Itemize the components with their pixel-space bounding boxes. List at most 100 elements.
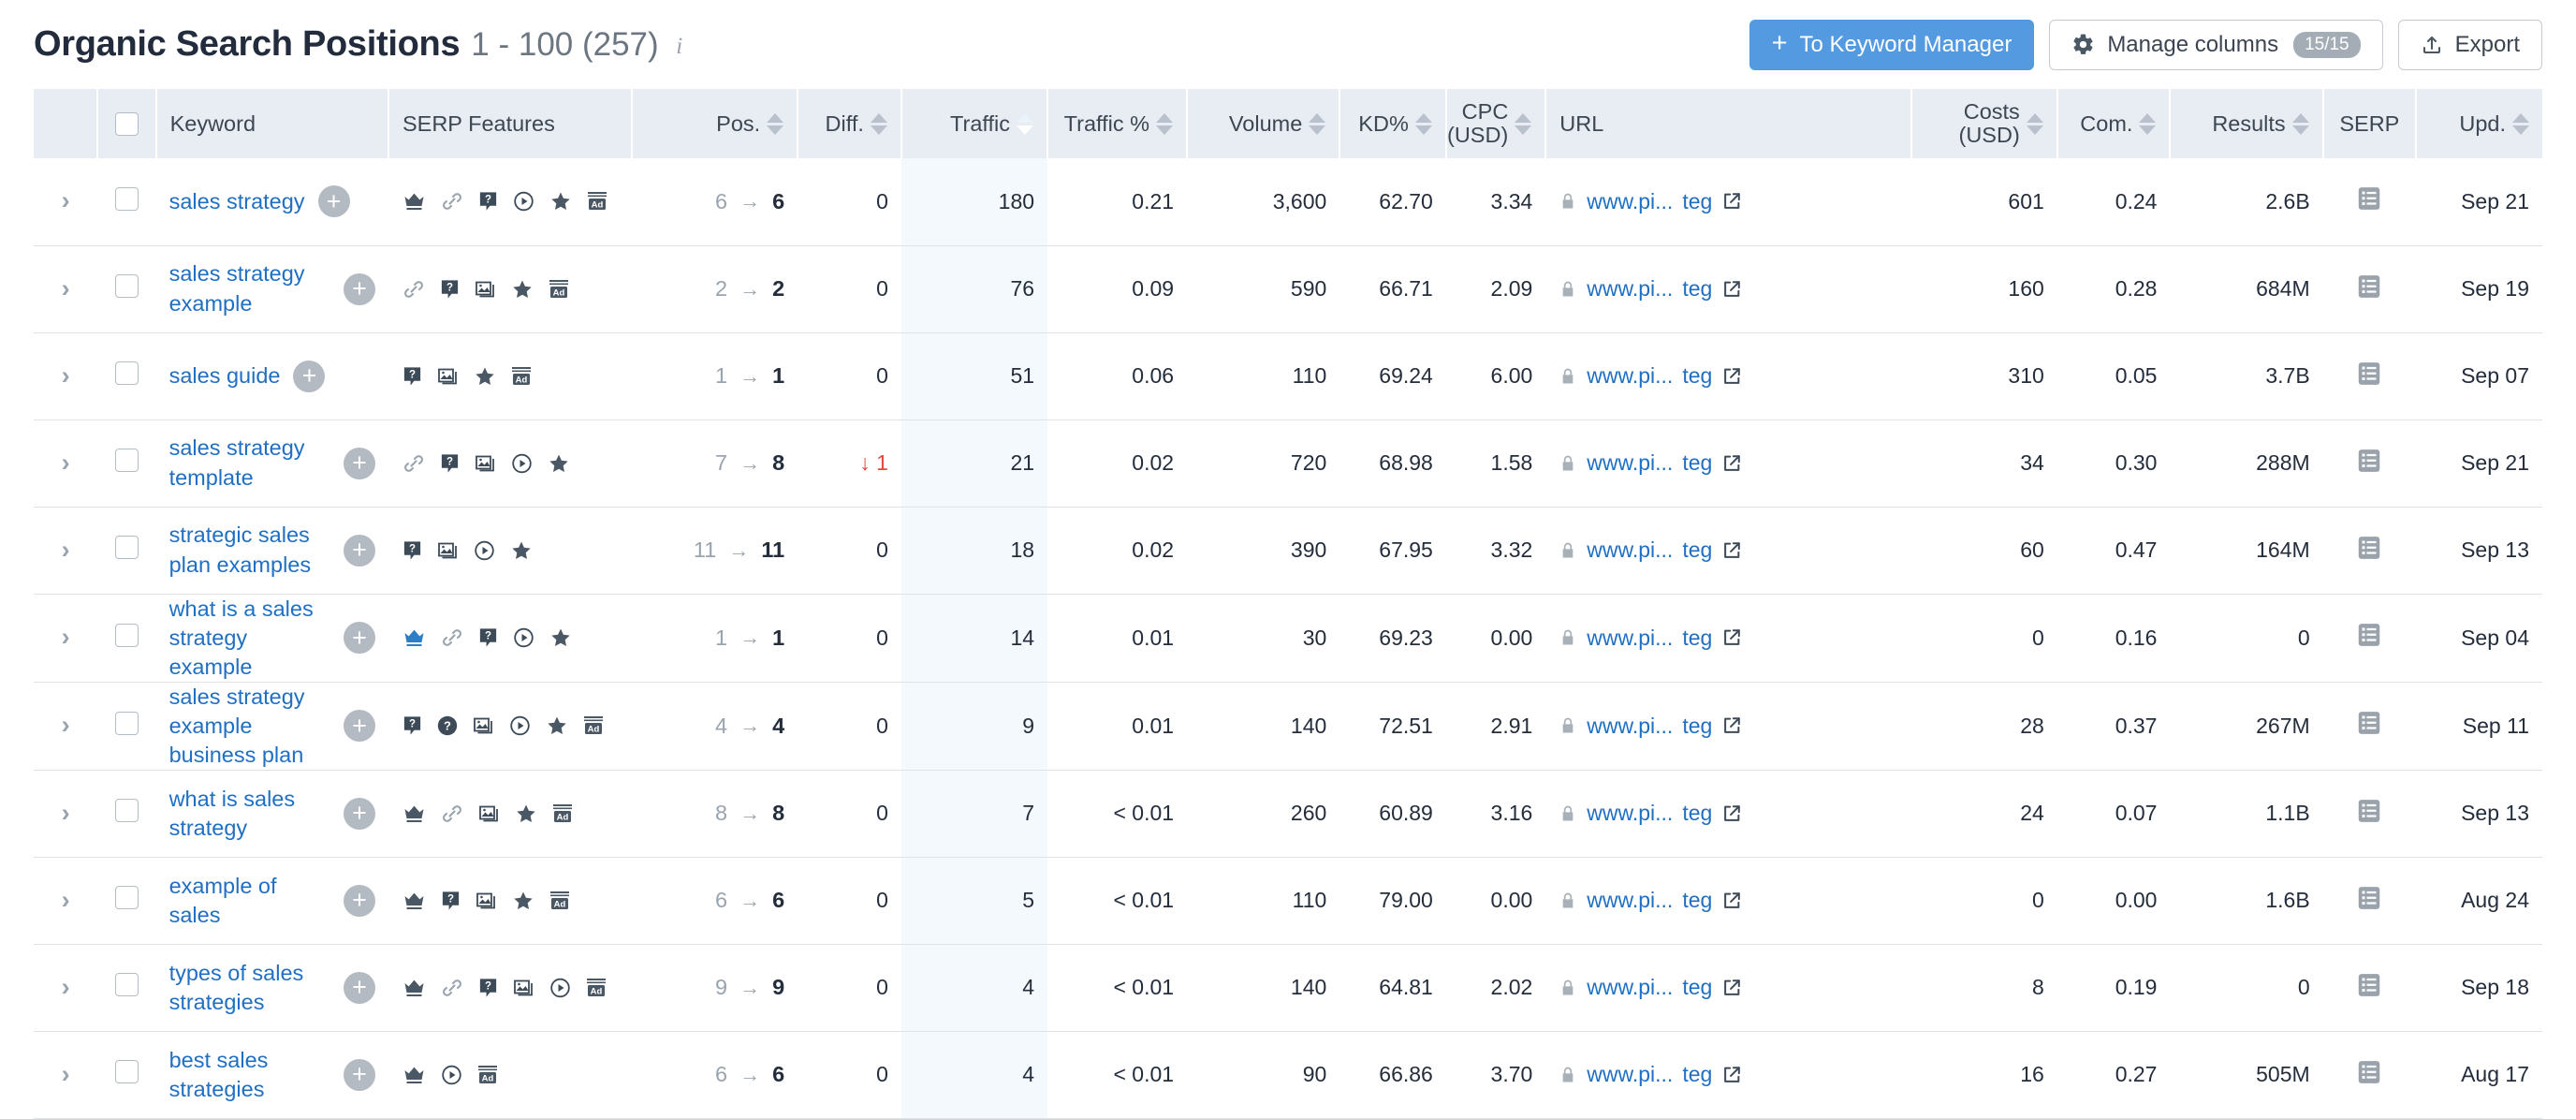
- row-select-cell[interactable]: [97, 332, 156, 420]
- image-pack-icon[interactable]: [472, 714, 495, 737]
- row-select-cell[interactable]: [97, 682, 156, 771]
- ad-icon[interactable]: Ad: [585, 977, 607, 999]
- row-checkbox[interactable]: [114, 536, 139, 559]
- th-cpc[interactable]: CPC (USD): [1445, 89, 1547, 158]
- url-tail[interactable]: teg: [1682, 801, 1712, 826]
- ad-icon[interactable]: Ad: [551, 802, 574, 825]
- url-link[interactable]: www.pi...: [1587, 450, 1673, 476]
- ad-icon[interactable]: Ad: [548, 278, 570, 301]
- external-link-icon[interactable]: [1721, 803, 1742, 824]
- to-keyword-manager-button[interactable]: + To Keyword Manager: [1749, 19, 2035, 70]
- add-keyword-icon[interactable]: +: [343, 534, 375, 567]
- keyword-link[interactable]: example of sales: [169, 872, 330, 930]
- video-icon[interactable]: [549, 977, 572, 999]
- chevron-right-icon[interactable]: ›: [62, 623, 70, 651]
- image-pack-icon[interactable]: [475, 890, 498, 912]
- star-icon[interactable]: [549, 190, 573, 213]
- keyword-link[interactable]: sales strategy example business plan: [169, 683, 330, 770]
- keyword-link[interactable]: sales strategy example: [169, 259, 330, 317]
- chevron-right-icon[interactable]: ›: [62, 1060, 70, 1088]
- url-tail[interactable]: teg: [1682, 888, 1712, 913]
- th-keyword[interactable]: Keyword: [155, 89, 389, 158]
- add-keyword-icon[interactable]: +: [343, 884, 375, 917]
- sort-arrows-icon[interactable]: [2291, 112, 2309, 135]
- star-icon[interactable]: [549, 626, 573, 649]
- url-link[interactable]: www.pi...: [1587, 537, 1673, 563]
- row-checkbox[interactable]: [114, 361, 139, 385]
- add-keyword-icon[interactable]: +: [343, 710, 375, 743]
- url-tail[interactable]: teg: [1682, 714, 1712, 739]
- th-traffic[interactable]: Traffic: [900, 89, 1049, 158]
- keyword-link[interactable]: types of sales strategies: [169, 959, 330, 1017]
- sort-arrows-icon[interactable]: [1515, 112, 1532, 135]
- keyword-link[interactable]: sales strategy: [169, 187, 305, 216]
- th-select-all[interactable]: [97, 89, 157, 158]
- sort-arrows-icon[interactable]: [1309, 112, 1326, 135]
- add-keyword-icon[interactable]: +: [343, 797, 375, 830]
- th-volume[interactable]: Volume: [1187, 89, 1341, 158]
- sort-arrows-icon[interactable]: [870, 112, 887, 135]
- row-expander-cell[interactable]: ›: [34, 944, 98, 1032]
- add-keyword-icon[interactable]: +: [343, 971, 375, 1004]
- serp-preview-icon[interactable]: [2355, 884, 2383, 912]
- url-link[interactable]: www.pi...: [1587, 714, 1673, 739]
- external-link-icon[interactable]: [1721, 366, 1742, 387]
- link-icon[interactable]: [402, 278, 426, 301]
- link-icon[interactable]: [440, 626, 464, 649]
- link-icon[interactable]: [440, 802, 464, 825]
- keyword-link[interactable]: strategic sales plan examples: [169, 521, 330, 579]
- chevron-right-icon[interactable]: ›: [62, 536, 70, 564]
- chevron-right-icon[interactable]: ›: [62, 449, 70, 477]
- ad-icon[interactable]: Ad: [510, 365, 533, 388]
- star-icon[interactable]: [511, 890, 535, 912]
- star-icon[interactable]: [514, 802, 538, 825]
- video-icon[interactable]: [440, 1064, 463, 1086]
- sort-arrows-icon[interactable]: [2026, 112, 2043, 135]
- crown-icon[interactable]: [402, 977, 427, 999]
- video-icon[interactable]: [512, 626, 535, 649]
- image-pack-icon[interactable]: [474, 452, 497, 475]
- serp-preview-icon[interactable]: [2355, 797, 2383, 825]
- sort-arrows-icon[interactable]: [2139, 112, 2157, 135]
- info-icon[interactable]: i: [670, 34, 689, 59]
- video-icon[interactable]: [512, 190, 535, 213]
- question-box-icon[interactable]: ?: [402, 714, 423, 737]
- manage-columns-button[interactable]: Manage columns 15/15: [2049, 19, 2383, 70]
- chevron-right-icon[interactable]: ›: [62, 186, 70, 214]
- chevron-right-icon[interactable]: ›: [62, 799, 70, 827]
- url-link[interactable]: www.pi...: [1587, 975, 1673, 1000]
- video-icon[interactable]: [510, 452, 534, 475]
- row-select-cell[interactable]: [97, 245, 156, 333]
- question-box-icon[interactable]: ?: [402, 365, 423, 388]
- external-link-icon[interactable]: [1721, 279, 1742, 300]
- crown-icon[interactable]: [402, 626, 427, 649]
- url-tail[interactable]: teg: [1682, 189, 1712, 214]
- add-keyword-icon[interactable]: +: [343, 622, 375, 655]
- row-expander-cell[interactable]: ›: [34, 158, 98, 246]
- ad-icon[interactable]: Ad: [582, 714, 605, 737]
- star-icon[interactable]: [545, 714, 569, 737]
- url-link[interactable]: www.pi...: [1587, 276, 1673, 302]
- external-link-icon[interactable]: [1721, 453, 1742, 474]
- external-link-icon[interactable]: [1721, 627, 1742, 648]
- row-expander-cell[interactable]: ›: [34, 332, 98, 420]
- url-link[interactable]: www.pi...: [1587, 1062, 1673, 1087]
- image-pack-icon[interactable]: [436, 365, 460, 388]
- question-box-icon[interactable]: ?: [440, 890, 461, 912]
- url-link[interactable]: www.pi...: [1587, 888, 1673, 913]
- sort-arrows-icon[interactable]: [767, 112, 784, 135]
- th-url[interactable]: URL: [1545, 89, 1912, 158]
- star-icon[interactable]: [473, 365, 497, 388]
- row-checkbox[interactable]: [114, 1060, 139, 1084]
- question-box-icon[interactable]: ?: [402, 539, 423, 562]
- th-upd[interactable]: Upd.: [2416, 89, 2542, 158]
- th-serp-features[interactable]: SERP Features: [388, 89, 633, 158]
- th-costs[interactable]: Costs (USD): [1910, 89, 2058, 158]
- add-keyword-icon[interactable]: +: [343, 447, 375, 479]
- star-icon[interactable]: [547, 452, 571, 475]
- keyword-link[interactable]: what is sales strategy: [169, 785, 330, 843]
- sort-arrows-icon[interactable]: [1414, 112, 1432, 135]
- video-icon[interactable]: [508, 714, 532, 737]
- row-select-cell[interactable]: [97, 1031, 156, 1119]
- row-expander-cell[interactable]: ›: [34, 594, 98, 683]
